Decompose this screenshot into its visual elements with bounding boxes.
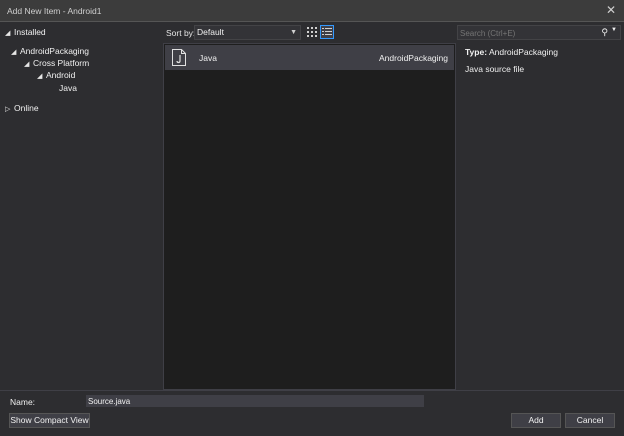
list-item[interactable]: Java AndroidPackaging (165, 45, 454, 70)
expanded-triangle-icon: ◢ (37, 73, 43, 80)
expanded-triangle-icon: ◢ (5, 30, 11, 37)
close-icon[interactable]: ✕ (604, 3, 618, 17)
template-list: Java AndroidPackaging (163, 43, 456, 390)
tree-item-label: Installed (14, 27, 46, 37)
title-bar: Add New Item - Android1 ✕ (0, 0, 624, 22)
grid-view-button[interactable] (305, 25, 319, 39)
window-title: Add New Item - Android1 (7, 6, 102, 16)
tree-item-label: Online (14, 103, 39, 113)
tree-item-java[interactable]: Java (59, 82, 77, 94)
tree-item-installed[interactable]: ◢ Installed (5, 26, 46, 38)
item-name: Java (199, 53, 217, 63)
expanded-triangle-icon: ◢ (24, 61, 30, 68)
details-panel: Type: AndroidPackaging Java source file (465, 47, 558, 74)
name-label: Name: (10, 397, 36, 407)
list-view-button[interactable] (320, 25, 334, 39)
sort-label: Sort by: (166, 28, 196, 38)
cancel-button[interactable]: Cancel (565, 413, 615, 428)
list-view-icon (322, 28, 332, 35)
tree-item-label: Cross Platform (33, 58, 90, 68)
show-compact-view-button[interactable]: Show Compact View (9, 413, 90, 428)
search-box: ⚲ ▼ (457, 25, 621, 40)
grid-view-icon (307, 27, 317, 37)
tree-item-label: AndroidPackaging (20, 46, 89, 56)
tree-item-cross-platform[interactable]: ◢ Cross Platform (24, 57, 89, 69)
search-icon[interactable]: ⚲ (601, 27, 608, 38)
collapsed-triangle-icon: ▷ (5, 106, 11, 113)
divider (0, 390, 624, 391)
item-description: Java source file (465, 64, 525, 74)
category-tree: ◢ Installed ◢ AndroidPackaging ◢ Cross Plat… (0, 22, 162, 390)
tree-item-online[interactable]: ▷ Online (5, 102, 39, 114)
chevron-down-icon[interactable]: ▼ (611, 27, 617, 33)
chevron-down-icon: ▼ (290, 29, 297, 36)
tree-item-label: Android (46, 70, 76, 80)
add-button[interactable]: Add (511, 413, 561, 428)
sort-toolbar: Sort by: Default ▼ (163, 22, 456, 43)
tree-item-label: Java (59, 83, 77, 93)
search-input[interactable] (460, 27, 598, 39)
sort-dropdown[interactable]: Default ▼ (194, 25, 301, 40)
type-value: AndroidPackaging (488, 47, 558, 57)
type-label: Type: (465, 47, 488, 57)
sort-value: Default (197, 27, 224, 37)
java-file-icon (172, 49, 186, 66)
expanded-triangle-icon: ◢ (11, 49, 17, 56)
tree-item-android[interactable]: ◢ Android (37, 69, 75, 81)
tree-item-android-packaging[interactable]: ◢ AndroidPackaging (11, 45, 89, 57)
name-input[interactable] (86, 395, 424, 407)
item-type: AndroidPackaging (379, 53, 448, 63)
